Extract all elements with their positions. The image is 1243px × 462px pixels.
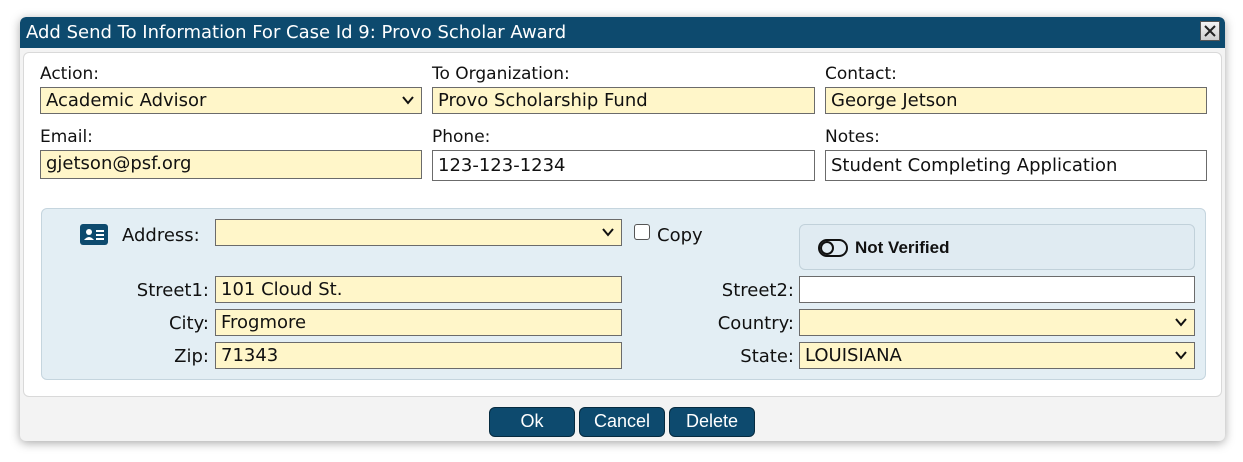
street1-label: Street1: — [136, 280, 209, 301]
notes-field[interactable]: Student Completing Application — [825, 150, 1207, 181]
toggle-off-icon[interactable] — [818, 239, 848, 257]
contact-card-icon — [84, 229, 104, 240]
verification-status-box: Not Verified — [799, 224, 1195, 270]
contact-field[interactable]: George Jetson — [825, 87, 1207, 114]
state-select-value: LOUISIANA — [805, 345, 902, 366]
dialog-titlebar: Add Send To Information For Case Id 9: P… — [20, 17, 1225, 48]
email-label: Email: — [40, 127, 93, 147]
organization-field[interactable]: Provo Scholarship Fund — [432, 87, 815, 114]
action-label: Action: — [40, 64, 99, 84]
email-field[interactable]: gjetson@psf.org — [40, 150, 422, 179]
copy-label: Copy — [657, 225, 703, 246]
delete-button[interactable]: Delete — [669, 407, 755, 437]
country-select[interactable] — [799, 309, 1195, 336]
street1-field[interactable]: 101 Cloud St. — [215, 276, 622, 303]
address-card-icon[interactable] — [80, 224, 108, 245]
street2-label: Street2: — [721, 280, 794, 301]
phone-field[interactable]: 123-123-1234 — [432, 150, 815, 181]
action-select[interactable]: Academic Advisor — [40, 87, 422, 114]
city-field[interactable]: Frogmore — [215, 309, 622, 336]
close-icon — [1204, 25, 1216, 37]
chevron-down-icon — [1175, 351, 1187, 360]
state-select[interactable]: LOUISIANA — [799, 342, 1195, 369]
address-section: Address: Copy Not Verified Street1: 101 … — [41, 208, 1206, 380]
contact-label: Contact: — [825, 64, 897, 84]
copy-checkbox[interactable] — [634, 224, 650, 240]
form-panel: Action: To Organization: Contact: Academ… — [23, 52, 1222, 397]
phone-label: Phone: — [432, 127, 491, 147]
zip-label: Zip: — [174, 346, 209, 367]
notes-label: Notes: — [825, 127, 880, 147]
city-label: City: — [168, 313, 209, 334]
close-button[interactable] — [1200, 21, 1220, 41]
chevron-down-icon — [602, 228, 614, 237]
address-label: Address: — [122, 225, 200, 246]
verification-status: Not Verified — [855, 238, 950, 257]
country-label: Country: — [717, 313, 794, 334]
cancel-button[interactable]: Cancel — [579, 407, 665, 437]
action-select-value: Academic Advisor — [46, 90, 207, 111]
organization-label: To Organization: — [432, 64, 570, 84]
chevron-down-icon — [1175, 318, 1187, 327]
send-to-dialog: Add Send To Information For Case Id 9: P… — [20, 17, 1225, 441]
state-label: State: — [740, 346, 794, 367]
ok-button[interactable]: Ok — [489, 407, 575, 437]
zip-field[interactable]: 71343 — [215, 342, 622, 369]
chevron-down-icon — [402, 96, 414, 105]
address-select[interactable] — [215, 219, 622, 246]
dialog-title: Add Send To Information For Case Id 9: P… — [26, 22, 567, 43]
street2-field[interactable] — [799, 276, 1195, 303]
